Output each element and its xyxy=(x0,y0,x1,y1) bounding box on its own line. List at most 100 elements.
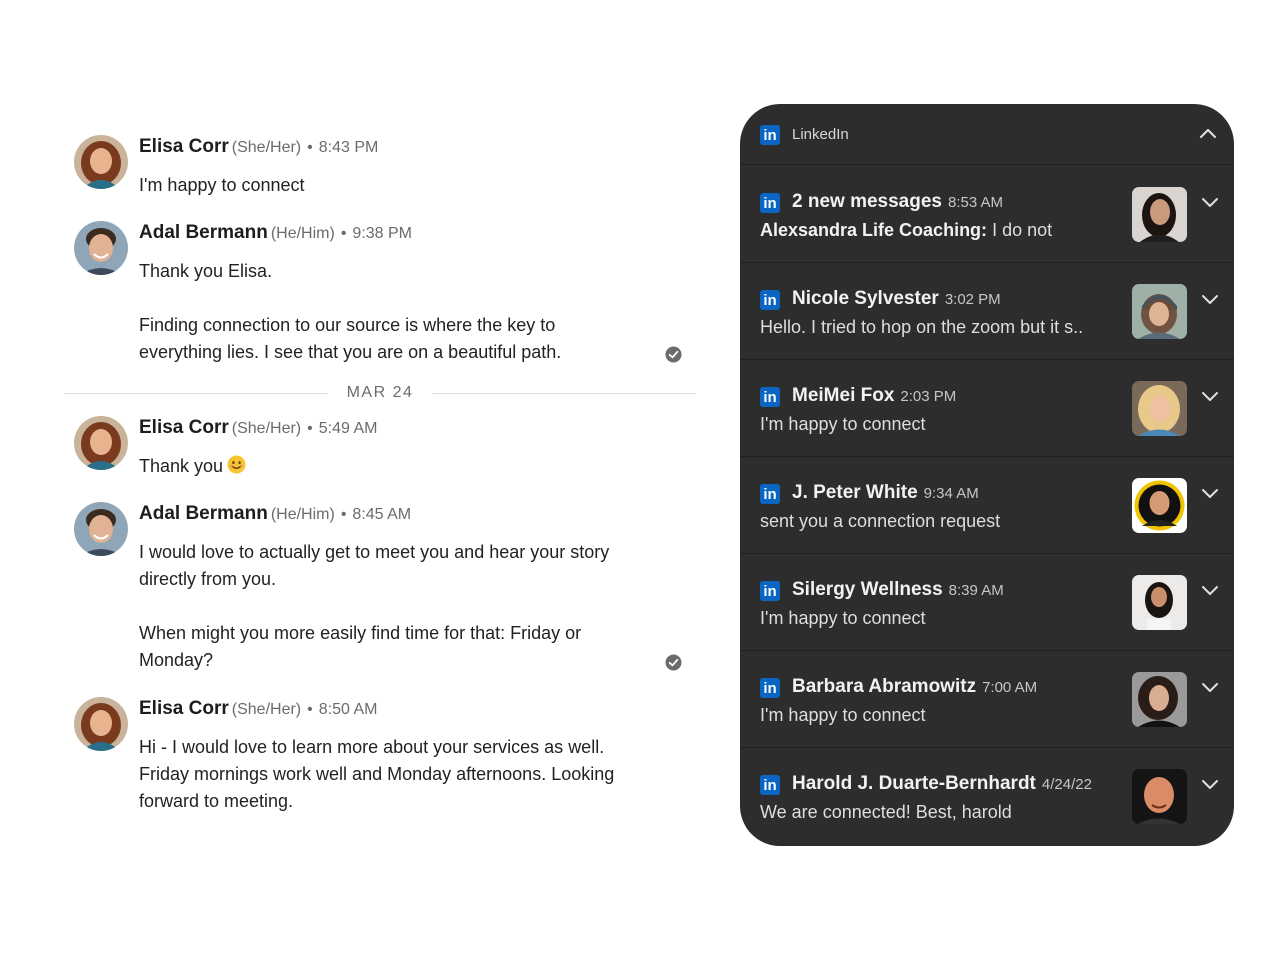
notification-title-row: Nicole Sylvester 3:02 PM xyxy=(792,285,1001,314)
date-label: MAR 24 xyxy=(332,384,428,401)
notification-item[interactable]: in Harold J. Duarte-Bernhardt 4/24/22 We … xyxy=(740,748,1234,845)
chevron-down-icon[interactable] xyxy=(1200,774,1220,794)
message-body: Thank you xyxy=(139,453,629,480)
notification-item[interactable]: in Barbara Abramowitz 7:00 AM I'm happy t… xyxy=(740,651,1234,748)
notification-body: We are connected! Best, harold xyxy=(760,799,1116,826)
notification-title: 2 new messages xyxy=(792,191,942,212)
profile-photo xyxy=(1132,381,1187,436)
conversation-thread: Elisa Corr (She/Her) • 8:43 PM I'm happy to… xyxy=(64,0,704,960)
message-body: Thank you Elisa. Finding connection to o… xyxy=(139,258,629,366)
separator-dot: • xyxy=(307,139,313,156)
sender-pronouns: (She/Her) xyxy=(231,701,302,718)
notification-body: Alexsandra Life Coaching: I do not xyxy=(760,217,1116,244)
profile-photo xyxy=(1132,769,1187,824)
check-circle-icon xyxy=(665,346,682,363)
profile-photo xyxy=(1132,672,1187,727)
linkedin-icon: in xyxy=(760,775,780,795)
notification-item[interactable]: in Nicole Sylvester 3:02 PM Hello. I trie… xyxy=(740,263,1234,360)
sender-pronouns: (He/Him) xyxy=(270,506,335,523)
message-text-line: Thank you xyxy=(139,453,629,480)
sender-name[interactable]: Elisa Corr xyxy=(139,417,229,438)
notification-time: 8:53 AM xyxy=(947,194,1004,211)
message-text: Finding connection to our source is wher… xyxy=(139,315,562,362)
notification-title-row: Harold J. Duarte-Bernhardt 4/24/22 xyxy=(792,770,1092,799)
profile-photo xyxy=(1132,575,1187,630)
avatar-elisa-corr[interactable] xyxy=(74,697,128,751)
notification-time: 9:34 AM xyxy=(923,485,979,502)
avatar-elisa-corr[interactable] xyxy=(74,416,128,470)
chevron-down-icon[interactable] xyxy=(1200,580,1220,600)
notification-group-header[interactable]: in LinkedIn xyxy=(740,104,1234,165)
avatar-elisa-corr[interactable] xyxy=(74,135,128,189)
notification-item[interactable]: in 2 new messages 8:53 AM Alexsandra Life… xyxy=(740,166,1234,263)
notification-title: Silergy Wellness xyxy=(792,579,943,600)
avatar-adal-bermann[interactable] xyxy=(74,221,128,275)
notification-body: I'm happy to connect xyxy=(760,411,1116,438)
smiling-face-icon xyxy=(227,455,246,474)
message-text: Thank you xyxy=(139,456,224,476)
notification-item[interactable]: in Silergy Wellness 8:39 AM I'm happy to … xyxy=(740,554,1234,651)
linkedin-icon: in xyxy=(760,125,780,145)
notification-title: Nicole Sylvester xyxy=(792,288,939,309)
notification-text: I'm happy to connect xyxy=(760,414,926,434)
notification-title: Harold J. Duarte-Bernhardt xyxy=(792,773,1036,794)
message-header: Elisa Corr (She/Her) • 5:49 AM xyxy=(139,416,377,441)
sender-pronouns: (He/Him) xyxy=(270,225,335,242)
message-body: I would love to actually get to meet you… xyxy=(139,539,629,674)
message-body: I'm happy to connect xyxy=(139,172,629,199)
notification-item[interactable]: in J. Peter White 9:34 AM sent you a conn… xyxy=(740,457,1234,554)
notification-title-row: J. Peter White 9:34 AM xyxy=(792,479,979,508)
linkedin-icon: in xyxy=(760,193,780,213)
notification-panel: in LinkedIn in 2 new messages 8:53 AM Ale… xyxy=(740,104,1234,846)
message-time: 9:38 PM xyxy=(352,225,413,242)
message-time: 8:43 PM xyxy=(318,139,379,156)
notification-title: Barbara Abramowitz xyxy=(792,676,977,697)
avatar-adal-bermann[interactable] xyxy=(74,502,128,556)
message-text: I would love to actually get to meet you… xyxy=(139,542,610,589)
chevron-down-icon[interactable] xyxy=(1200,386,1220,406)
message-text: When might you more easily find time for… xyxy=(139,623,582,670)
message-header: Adal Bermann (He/Him) • 9:38 PM xyxy=(139,221,412,246)
notification-body: Hello. I tried to hop on the zoom but it… xyxy=(760,314,1116,341)
linkedin-icon: in xyxy=(760,581,780,601)
notification-time: 7:00 AM xyxy=(982,679,1038,696)
notification-body: I'm happy to connect xyxy=(760,702,1116,729)
chevron-down-icon[interactable] xyxy=(1200,289,1220,309)
check-circle-icon xyxy=(665,654,682,671)
separator-dot: • xyxy=(340,225,347,242)
sender-name[interactable]: Adal Bermann xyxy=(139,222,268,243)
notification-title-row: Silergy Wellness 8:39 AM xyxy=(792,576,1004,605)
notification-text: I do not xyxy=(992,220,1053,240)
sender-name[interactable]: Elisa Corr xyxy=(139,698,229,719)
message-body: Hi - I would love to learn more about yo… xyxy=(139,734,619,815)
chevron-up-icon[interactable] xyxy=(1198,124,1218,144)
chevron-down-icon[interactable] xyxy=(1200,677,1220,697)
sender-pronouns: (She/Her) xyxy=(231,420,302,437)
notification-body: sent you a connection request xyxy=(760,508,1116,535)
notification-title-row: MeiMei Fox 2:03 PM xyxy=(792,382,956,411)
message-text: I'm happy to connect xyxy=(139,175,305,195)
notification-title-row: 2 new messages 8:53 AM xyxy=(792,188,1003,217)
linkedin-icon: in xyxy=(760,678,780,698)
notification-item[interactable]: in MeiMei Fox 2:03 PM I'm happy to connec… xyxy=(740,360,1234,457)
notification-text: I'm happy to connect xyxy=(760,608,926,628)
chevron-down-icon[interactable] xyxy=(1200,483,1220,503)
notification-time: 2:03 PM xyxy=(900,388,957,405)
notification-title-row: Barbara Abramowitz 7:00 AM xyxy=(792,673,1037,702)
message-text: Hi - I would love to learn more about yo… xyxy=(139,737,615,811)
message-time: 8:50 AM xyxy=(318,701,378,718)
message-header: Adal Bermann (He/Him) • 8:45 AM xyxy=(139,502,411,527)
date-divider: MAR 24 xyxy=(64,382,696,404)
linkedin-icon: in xyxy=(760,290,780,310)
notification-text: sent you a connection request xyxy=(760,511,1001,531)
notification-body: I'm happy to connect xyxy=(760,605,1116,632)
sender-pronouns: (She/Her) xyxy=(231,139,302,156)
chevron-down-icon[interactable] xyxy=(1200,192,1220,212)
notification-text: I'm happy to connect xyxy=(760,705,926,725)
sender-name[interactable]: Elisa Corr xyxy=(139,136,229,157)
app-name: LinkedIn xyxy=(792,126,849,143)
notification-time: 8:39 AM xyxy=(948,582,1004,599)
sender-name[interactable]: Adal Bermann xyxy=(139,503,268,524)
separator-dot: • xyxy=(340,506,347,523)
profile-photo xyxy=(1132,284,1187,339)
